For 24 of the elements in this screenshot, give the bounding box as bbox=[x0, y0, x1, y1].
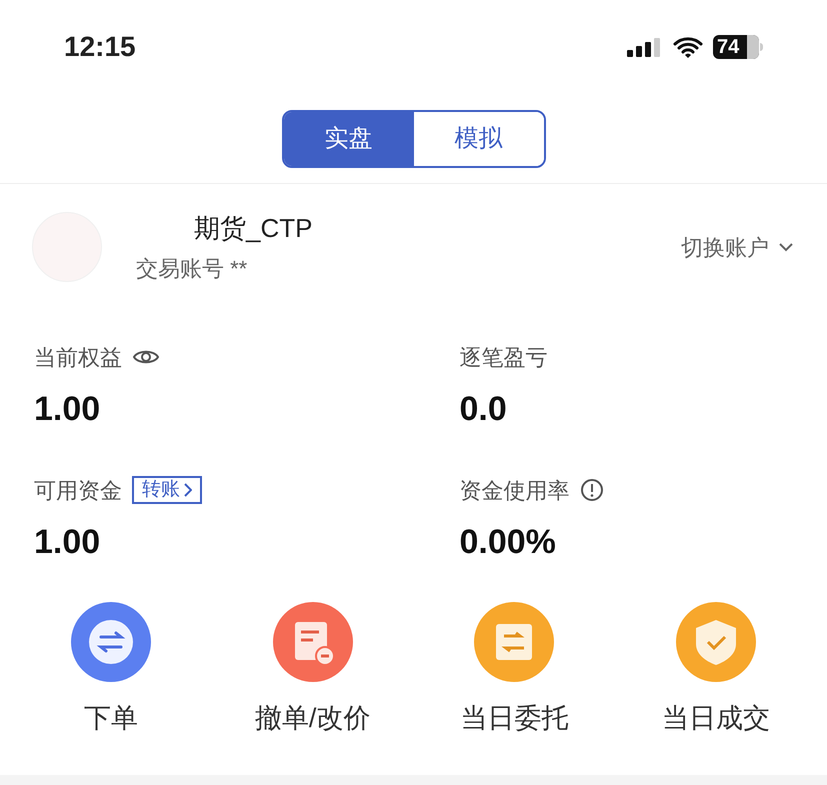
chevron-down-icon bbox=[779, 242, 793, 252]
action-button[interactable]: 当日委托 bbox=[414, 602, 616, 738]
wifi-icon bbox=[673, 36, 703, 58]
stat-label: 可用资金 bbox=[34, 476, 122, 504]
stat-value: 0.0 bbox=[460, 389, 508, 430]
stat-label: 逐笔盈亏 bbox=[460, 344, 548, 372]
stat-value: 1.00 bbox=[34, 522, 102, 563]
mode-tab[interactable]: 实盘 bbox=[284, 112, 414, 166]
account-name: 期货_CTP bbox=[194, 212, 314, 245]
stat-label: 当前权益 bbox=[34, 344, 122, 372]
action-button[interactable]: 撤单/改价 bbox=[212, 602, 414, 738]
chevron-right-icon bbox=[184, 483, 192, 497]
switch-account-button[interactable]: 切换账户 bbox=[681, 230, 793, 264]
stat-label: 资金使用率 bbox=[460, 476, 570, 504]
battery-level: 74 bbox=[717, 34, 740, 58]
action-button[interactable]: 下单 bbox=[10, 602, 212, 738]
status-time: 12:15 bbox=[64, 30, 136, 64]
signal-icon bbox=[627, 36, 663, 56]
action-button[interactable]: 当日成交 bbox=[615, 602, 817, 738]
transfer-button[interactable]: 转账 bbox=[132, 476, 202, 504]
stat-value: 0.00% bbox=[460, 522, 557, 563]
account-number: 交易账号 ** bbox=[136, 255, 248, 283]
stat-value: 1.00 bbox=[34, 389, 102, 430]
info-icon[interactable] bbox=[580, 478, 604, 502]
